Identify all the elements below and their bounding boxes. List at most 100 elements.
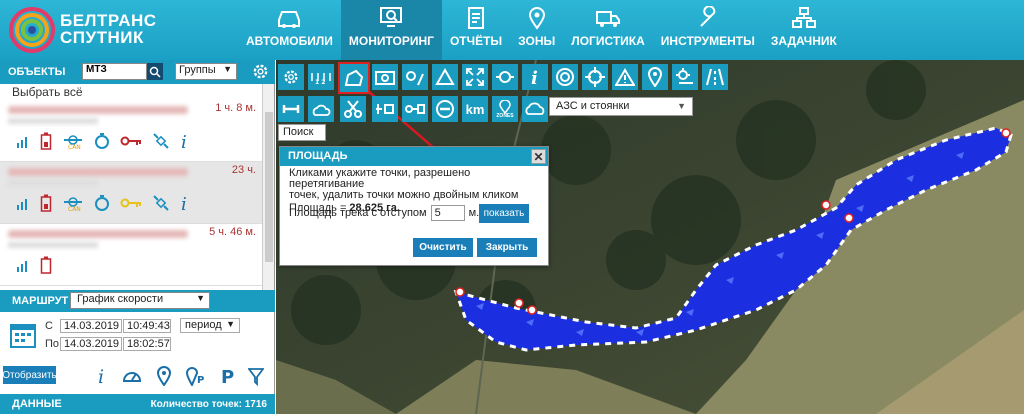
sensor-icon	[376, 104, 394, 114]
nav-reports[interactable]: ОТЧЁТЫ	[442, 0, 510, 60]
tool-settings[interactable]	[278, 64, 304, 90]
sidebar: ОБЪЕКТЫ МТЗ Группы ▼ Выбрать всё 1 ч. 8 м…	[0, 60, 275, 414]
last-update-time: 5 ч. 46 м.	[209, 226, 256, 238]
clear-button[interactable]: Очистить	[413, 238, 473, 257]
info-icon[interactable]: i	[180, 132, 190, 150]
chevron-down-icon: ▼	[196, 293, 205, 303]
status-icons: CAN i	[16, 132, 190, 150]
list-item[interactable]: 23 ч. CAN i	[0, 162, 262, 224]
tool-location[interactable]	[642, 64, 668, 90]
chevron-down-icon: ▼	[226, 319, 235, 329]
azs-parking-select[interactable]: АЗС и стоянки ▼	[549, 97, 693, 116]
nav-cars[interactable]: АВТОМОБИЛИ	[238, 0, 341, 60]
chevron-down-icon: ▼	[223, 64, 232, 74]
tool-info[interactable]: i	[522, 64, 548, 90]
svg-text:i: i	[98, 366, 104, 386]
from-time-input[interactable]: 10:49:43	[123, 319, 171, 333]
tool-sensor[interactable]	[372, 96, 398, 122]
info-icon[interactable]: i	[180, 194, 190, 212]
offset-input[interactable]: 5	[430, 205, 465, 221]
offset-label: Площадь трека с отступом	[289, 207, 427, 219]
svg-text:1 2: 1 2	[315, 79, 325, 85]
search-button[interactable]	[147, 63, 163, 80]
tool-switch[interactable]	[492, 64, 518, 90]
filter-icon[interactable]	[248, 366, 264, 386]
brand-name: БЕЛТРАНС СПУТНИК	[60, 11, 157, 47]
monitor-search-icon	[380, 7, 403, 27]
object-list-scrollbar[interactable]	[262, 84, 274, 290]
period-select[interactable]: период ▼	[180, 318, 240, 333]
map-search-input[interactable]: Поиск	[278, 124, 326, 141]
fullscreen-icon	[466, 68, 484, 86]
object-search-input[interactable]: МТЗ	[82, 63, 147, 80]
tool-weather[interactable]	[672, 64, 698, 90]
to-date-input[interactable]: 14.03.2019	[60, 337, 122, 351]
report-icon	[468, 7, 485, 29]
road-icon	[706, 68, 724, 86]
from-date-input[interactable]: 14.03.2019	[60, 319, 122, 333]
tool-shapes[interactable]	[432, 64, 458, 90]
nav-zones[interactable]: ЗОНЫ	[510, 0, 563, 60]
tool-cut[interactable]	[340, 96, 366, 122]
list-item[interactable]: 1 ч. 8 м. CAN i	[0, 100, 262, 162]
tool-warning[interactable]	[612, 64, 638, 90]
area-dialog: ПЛОЩАДЬ ✕ Кликами укажите точки, разреше…	[279, 146, 549, 266]
groups-select[interactable]: Группы ▼	[175, 63, 237, 80]
to-time-input[interactable]: 18:02:57	[123, 337, 171, 351]
nav-tasks[interactable]: ЗАДАЧНИК	[763, 0, 845, 60]
tool-camera[interactable]	[372, 64, 398, 90]
dialog-title: ПЛОЩАДЬ ✕	[280, 147, 548, 166]
route-mode-select[interactable]: График скорости ▼	[70, 292, 210, 309]
location-pin-icon	[499, 99, 511, 114]
close-button[interactable]: Закрыть	[477, 238, 537, 257]
tool-area[interactable]	[338, 62, 370, 94]
nav-logistics[interactable]: ЛОГИСТИКА	[563, 0, 653, 60]
tool-route-points[interactable]	[402, 64, 428, 90]
tool-dumbbell[interactable]	[278, 96, 304, 122]
location-pin-icon	[528, 7, 545, 30]
wrench-icon	[700, 6, 716, 27]
nav-tools[interactable]: ИНСТРУМЕНТЫ	[653, 0, 763, 60]
parking-icon[interactable]: P	[220, 366, 234, 386]
route-points-icon	[406, 71, 424, 86]
to-label: По	[45, 338, 60, 350]
point-to-point-icon	[405, 104, 425, 114]
select-all-link[interactable]: Выбрать всё	[12, 85, 83, 99]
satellite-icon	[153, 133, 169, 149]
tool-crosshair[interactable]	[582, 64, 608, 90]
info-icon: i	[531, 68, 538, 87]
route-bar: МАРШРУТ График скорости ▼	[0, 290, 275, 312]
svg-text:P: P	[221, 367, 234, 386]
list-item[interactable]: 5 ч. 46 м.	[0, 224, 262, 286]
info-icon[interactable]: i	[96, 366, 108, 386]
battery-icon	[40, 256, 52, 274]
tool-zones[interactable]: ZONES	[492, 96, 518, 122]
nav-monitoring[interactable]: МОНИТОРИНГ	[340, 0, 442, 60]
tool-fullscreen[interactable]	[462, 64, 488, 90]
gear-icon[interactable]	[251, 62, 270, 81]
tool-road[interactable]	[702, 64, 728, 90]
show-route-button[interactable]: Отобразить	[2, 366, 57, 384]
tool-target[interactable]	[552, 64, 578, 90]
date-range: С По 14.03.2019 10:49:43 14.03.2019 18:0…	[8, 316, 273, 358]
tool-point-to-point[interactable]	[402, 96, 428, 122]
tool-weather-cloud[interactable]	[308, 96, 334, 122]
no-entry-icon	[436, 100, 454, 118]
tool-no-entry[interactable]	[432, 96, 458, 122]
stopwatch-icon	[95, 133, 109, 149]
chevron-down-icon: ▼	[677, 101, 686, 111]
calendar-icon[interactable]	[10, 322, 36, 348]
scrollbar-thumb[interactable]	[265, 112, 273, 262]
location-pin-icon[interactable]	[156, 366, 172, 386]
from-label: С	[45, 320, 53, 332]
parking-pin-icon[interactable]: P	[186, 366, 206, 386]
target-icon	[556, 68, 574, 86]
speedometer-icon[interactable]	[122, 366, 142, 386]
tool-cloud[interactable]	[522, 96, 548, 122]
tool-distance-km[interactable]: km	[462, 96, 488, 122]
close-icon[interactable]: ✕	[531, 149, 546, 164]
svg-text:P: P	[197, 375, 204, 386]
show-area-button[interactable]: показать	[479, 204, 529, 223]
svg-text:CAN: CAN	[68, 144, 81, 149]
tool-ruler[interactable]: 1 2	[308, 64, 334, 90]
